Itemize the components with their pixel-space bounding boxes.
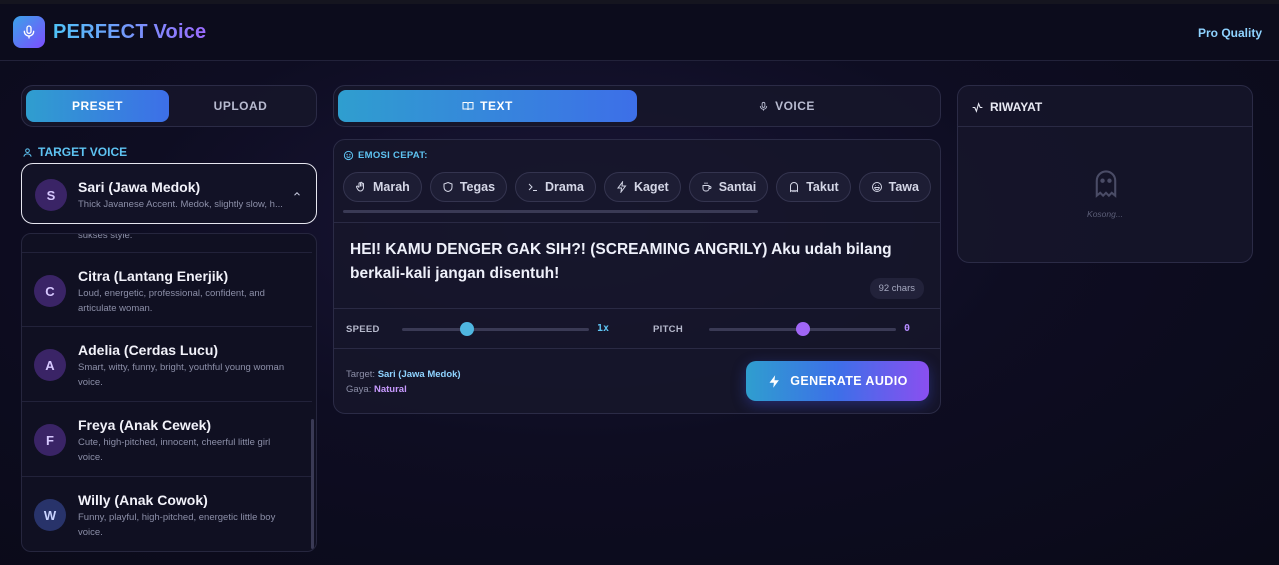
tab-upload[interactable]: UPLOAD — [169, 90, 312, 122]
chips-scrollbar[interactable] — [343, 210, 758, 213]
ghost-icon — [790, 182, 799, 193]
hand-icon — [355, 181, 364, 192]
zap-icon — [769, 374, 780, 388]
smile-icon — [343, 150, 354, 161]
script-text-input[interactable]: HEI! KAMU DENGER GAK SIH?! (SCREAMING AN… — [350, 238, 910, 286]
tab-text[interactable]: TEXT — [338, 90, 637, 122]
voice-desc: Funny, playful, high-pitched, energetic … — [78, 512, 276, 538]
selected-voice-desc: Thick Javanese Accent. Medok, slightly s… — [78, 199, 283, 210]
history-panel: RIWAYAT Kosong... — [957, 85, 1253, 263]
app-header: PERFECT Voice Pro Quality — [0, 4, 1279, 61]
voice-name: Adelia (Cerdas Lucu) — [78, 342, 219, 358]
zap-icon — [616, 181, 627, 193]
speed-value: 1x — [597, 323, 610, 334]
chevron-up-icon[interactable] — [292, 189, 302, 199]
divider — [334, 222, 940, 223]
chip-kaget[interactable]: Kaget — [603, 172, 681, 202]
pitch-slider-thumb[interactable] — [795, 322, 810, 336]
list-item[interactable]: C Citra (Lantang Enerjik) Loud, energeti… — [22, 252, 312, 327]
chip-drama[interactable]: Drama — [515, 172, 596, 202]
voice-name: Willy (Anak Cowok) — [78, 492, 208, 508]
voice-desc: Smart, witty, funny, bright, youthful yo… — [78, 362, 285, 388]
ghost-icon — [1095, 170, 1117, 198]
pitch-value: 0 — [904, 323, 911, 334]
voice-list[interactable]: sukses style. C Citra (Lantang Enerjik) … — [21, 233, 317, 552]
terminal-icon — [528, 183, 538, 191]
mic-icon — [759, 101, 768, 111]
activity-icon — [972, 101, 983, 113]
chip-santai[interactable]: Santai — [688, 172, 769, 202]
speed-label: SPEED — [346, 324, 380, 335]
clipped-voice-desc: sukses style. — [78, 233, 133, 241]
voice-dropdown[interactable]: S Sari (Jawa Medok) Thick Javanese Accen… — [21, 163, 317, 224]
list-item[interactable]: W Willy (Anak Cowok) Funny, playful, hig… — [22, 477, 312, 551]
divider — [334, 348, 940, 349]
voice-desc: Cute, high-pitched, innocent, cheerful l… — [78, 437, 271, 463]
laugh-icon — [871, 182, 882, 192]
emosi-label: EMOSI CEPAT: — [343, 150, 428, 161]
speed-slider-track[interactable] — [402, 328, 589, 331]
chip-tawa[interactable]: Tawa — [858, 172, 931, 202]
avatar: A — [34, 349, 66, 381]
input-mode-toggle: TEXT VOICE — [333, 85, 941, 127]
shield-icon — [443, 181, 453, 193]
source-toggle: PRESET UPLOAD — [21, 85, 317, 127]
chip-takut[interactable]: Takut — [776, 172, 851, 202]
book-icon — [462, 102, 474, 111]
avatar: C — [34, 275, 66, 307]
tab-preset[interactable]: PRESET — [26, 90, 169, 122]
voice-name: Freya (Anak Cewek) — [78, 417, 212, 433]
list-item[interactable]: A Adelia (Cerdas Lucu) Smart, witty, fun… — [22, 327, 312, 402]
pro-quality-badge: Pro Quality — [1197, 26, 1262, 40]
generate-audio-button[interactable]: GENERATE AUDIO — [746, 361, 929, 401]
speed-slider-thumb[interactable] — [460, 322, 475, 336]
avatar: S — [35, 179, 67, 211]
mic-logo-icon — [13, 16, 45, 48]
app-title: PERFECT Voice — [53, 21, 207, 43]
avatar: F — [34, 424, 66, 456]
char-count-badge: 92 chars — [869, 278, 924, 299]
voice-desc: Loud, energetic, professional, confident… — [78, 288, 265, 314]
meta-gaya: Gaya: Natural — [346, 384, 407, 395]
list-scrollbar[interactable] — [311, 419, 314, 549]
tab-voice[interactable]: VOICE — [637, 90, 936, 122]
avatar: W — [34, 499, 66, 531]
target-voice-label: TARGET VOICE — [22, 145, 127, 159]
history-empty-text: Kosong... — [1087, 209, 1123, 219]
coffee-icon — [702, 182, 712, 192]
emotion-chips: Marah Tegas Drama Kaget Santai Takut Taw… — [343, 172, 931, 202]
chip-tegas[interactable]: Tegas — [429, 172, 508, 202]
list-item[interactable]: F Freya (Anak Cewek) Cute, high-pitched,… — [22, 402, 312, 477]
history-title: RIWAYAT — [971, 100, 1042, 114]
user-icon — [23, 147, 32, 157]
chip-marah[interactable]: Marah — [343, 172, 422, 202]
text-editor-panel: EMOSI CEPAT: Marah Tegas Drama Kaget San… — [333, 139, 941, 414]
meta-target: Target: Sari (Jawa Medok) — [346, 369, 461, 380]
divider — [334, 308, 940, 309]
pitch-label: PITCH — [653, 324, 683, 335]
voice-name: Citra (Lantang Enerjik) — [78, 268, 229, 284]
history-header: RIWAYAT — [958, 86, 1252, 127]
selected-voice-name: Sari (Jawa Medok) — [78, 179, 201, 195]
